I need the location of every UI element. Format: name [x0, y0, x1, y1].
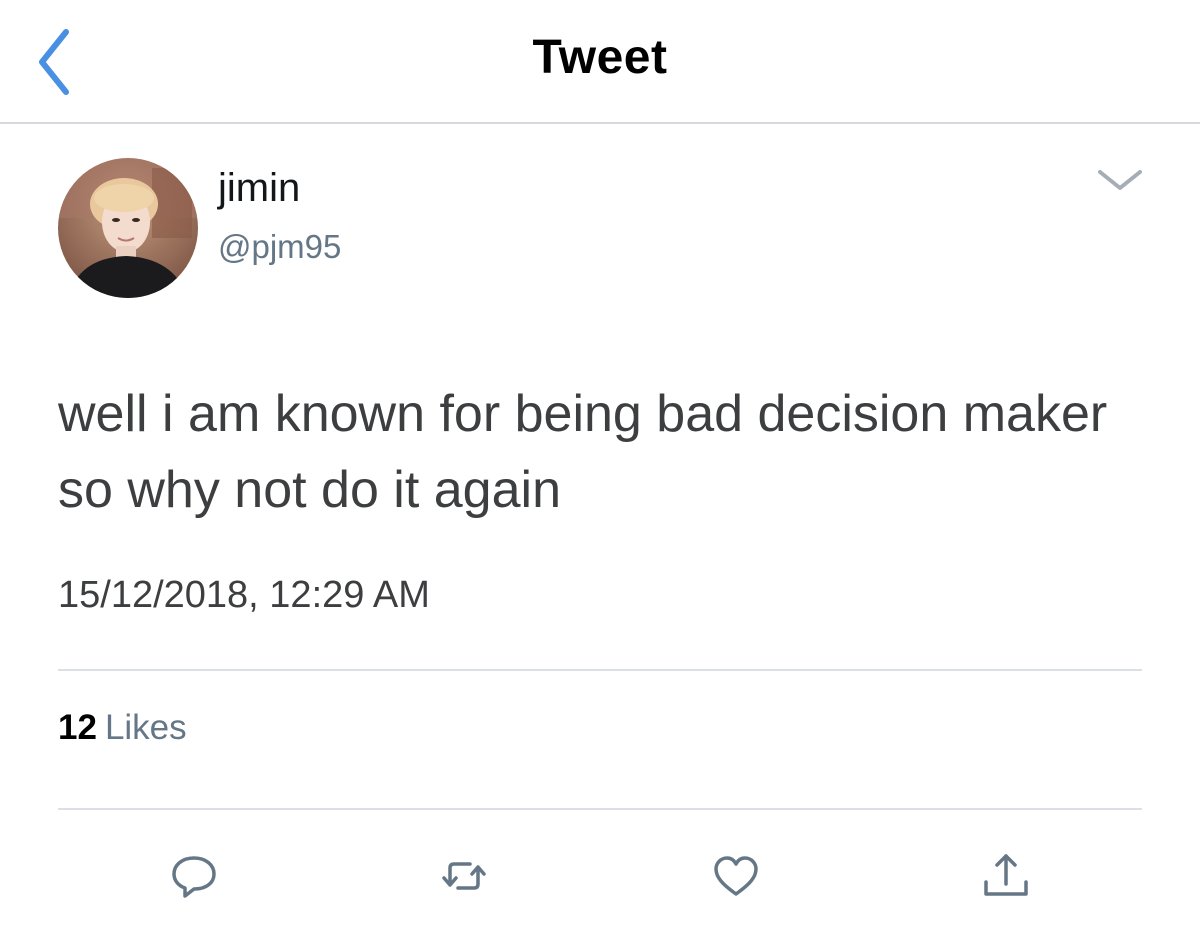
- share-button[interactable]: [978, 848, 1034, 904]
- display-name[interactable]: jimin: [218, 166, 300, 211]
- divider: [58, 669, 1142, 671]
- retweet-icon: [442, 862, 486, 890]
- share-icon: [984, 854, 1028, 896]
- more-options-button[interactable]: [1094, 160, 1146, 200]
- page-title: Tweet: [532, 31, 668, 84]
- user-handle[interactable]: @pjm95: [218, 228, 341, 266]
- reply-button[interactable]: [166, 848, 222, 904]
- retweet-button[interactable]: [436, 848, 492, 904]
- chevron-down-icon: [1098, 170, 1142, 190]
- likes-row[interactable]: 12 Likes: [58, 708, 187, 748]
- nav-bar: Tweet: [0, 0, 1200, 124]
- avatar[interactable]: [58, 158, 198, 298]
- tweet-timestamp: 15/12/2018, 12:29 AM: [58, 574, 430, 616]
- tweet-text: well i am known for being bad decision m…: [58, 385, 1108, 519]
- avatar-photo: [58, 158, 198, 298]
- divider: [58, 808, 1142, 810]
- reply-icon: [172, 856, 216, 898]
- like-button[interactable]: [708, 848, 764, 904]
- heart-icon: [714, 856, 758, 896]
- likes-label: Likes: [104, 708, 187, 747]
- likes-count: 12: [58, 708, 97, 747]
